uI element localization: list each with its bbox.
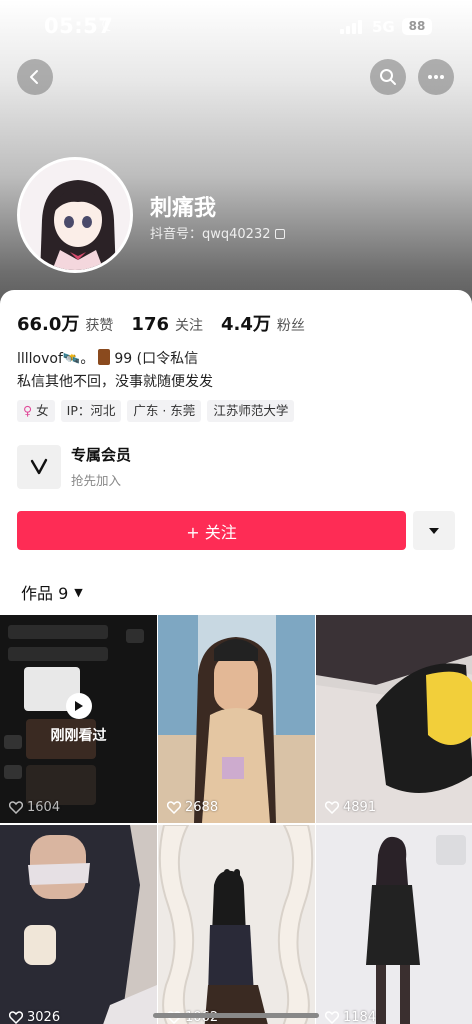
- signal-icon: [340, 18, 366, 34]
- douyin-id[interactable]: 抖音号：qwq40232: [150, 223, 285, 242]
- tag-gender: ♀ 女: [17, 400, 55, 422]
- video-thumbnail[interactable]: 刚刚看过 1604: [0, 615, 157, 823]
- profile-username: 刺痛我: [150, 196, 217, 221]
- stat-followers[interactable]: 4.4万 粉丝: [221, 310, 305, 336]
- home-indicator[interactable]: [153, 1013, 319, 1018]
- stat-value: 176: [131, 314, 169, 335]
- video-thumbnail[interactable]: 4891: [316, 615, 472, 823]
- like-count: 1604: [9, 800, 60, 815]
- status-bar: 05:57 ☾ 5G 88: [0, 0, 472, 56]
- more-button[interactable]: [418, 59, 454, 95]
- video-thumbnail[interactable]: 2688: [158, 615, 315, 823]
- membership-subtitle: 抢先加入: [71, 473, 122, 488]
- back-button[interactable]: [17, 59, 53, 95]
- recently-watched-overlay: 刚刚看过: [0, 693, 157, 745]
- like-count: 1184: [325, 1010, 376, 1024]
- like-count: 4891: [325, 800, 376, 815]
- video-thumbnail[interactable]: 3026: [0, 825, 157, 1024]
- heart-icon: [9, 801, 23, 814]
- network-type: 5G: [372, 18, 395, 36]
- video-thumbnail[interactable]: 1062: [158, 825, 315, 1024]
- moon-icon: ☾: [101, 15, 118, 36]
- video-thumbnail-image: [316, 615, 472, 823]
- video-thumbnail-image: [316, 825, 472, 1024]
- stat-label: 粉丝: [276, 318, 305, 334]
- stat-label: 关注: [175, 318, 203, 334]
- like-count-value: 1184: [343, 1010, 377, 1024]
- recently-watched-label: 刚刚看过: [50, 728, 107, 744]
- copy-icon[interactable]: [274, 229, 285, 239]
- bio-line-2: 私信其他不回，没事就随便发发: [17, 374, 213, 390]
- stat-likes: 66.0万 获赞: [17, 310, 113, 336]
- douyin-id-text: 抖音号：qwq40232: [150, 227, 271, 242]
- heart-icon: [325, 1011, 339, 1024]
- search-button[interactable]: [370, 59, 406, 95]
- membership-title: 专属会员: [71, 446, 132, 464]
- female-icon: ♀: [23, 403, 33, 418]
- caret-down-icon: ▼: [74, 585, 83, 599]
- bio-text: 99 (口令私信: [114, 351, 199, 367]
- membership-v-icon: [17, 444, 61, 489]
- profile-stats: 66.0万 获赞 176 关注 4.4万 粉丝: [17, 310, 323, 336]
- stat-value: 4.4万: [221, 314, 271, 335]
- recommend-dropdown-button[interactable]: [413, 511, 455, 550]
- chevron-left-icon: [30, 70, 38, 84]
- tag-school[interactable]: 江苏师范大学: [207, 400, 295, 422]
- profile-bio: llllovof🛰️。 99 (口令私信 私信其他不回，没事就随便发发: [17, 348, 213, 394]
- tag-location: 广东 · 东莞: [127, 400, 202, 422]
- tag-ip: IP：河北: [60, 400, 122, 422]
- avatar[interactable]: [17, 157, 133, 273]
- search-icon: [380, 69, 396, 85]
- like-count: 2688: [167, 800, 218, 815]
- like-count-value: 4891: [343, 800, 377, 815]
- heart-icon: [325, 801, 339, 814]
- like-count-value: 1604: [27, 800, 61, 815]
- heart-icon: [167, 801, 181, 814]
- door-icon: [98, 349, 111, 365]
- play-icon: [65, 693, 92, 719]
- tag-text: 女: [36, 403, 49, 418]
- video-thumbnail-image: [0, 825, 157, 1024]
- like-count-value: 3026: [27, 1010, 61, 1024]
- exclusive-membership[interactable]: 专属会员 抢先加入: [17, 444, 131, 489]
- works-tab-label: 作品 9: [21, 584, 69, 603]
- stat-following[interactable]: 176 关注: [131, 314, 203, 335]
- like-count-value: 2688: [185, 800, 219, 815]
- caret-down-icon: [429, 527, 439, 534]
- follow-button[interactable]: + 关注: [17, 511, 406, 550]
- stat-value: 66.0万: [17, 314, 80, 335]
- bio-line-1: llllovof🛰️。 99 (口令私信: [17, 348, 213, 371]
- like-count: 3026: [9, 1010, 60, 1024]
- bio-text: llllovof🛰️。: [17, 351, 95, 367]
- video-thumbnail-image: [158, 615, 315, 823]
- video-thumbnail[interactable]: 1184: [316, 825, 472, 1024]
- stat-label: 获赞: [85, 318, 114, 334]
- profile-tags: ♀ 女 IP：河北 广东 · 东莞 江苏师范大学: [17, 400, 300, 422]
- video-thumbnail-image: [158, 825, 315, 1024]
- heart-icon: [9, 1011, 23, 1024]
- battery-icon: 88: [402, 18, 432, 35]
- works-tab[interactable]: 作品 9 ▼: [21, 580, 83, 604]
- more-icon: [428, 75, 444, 79]
